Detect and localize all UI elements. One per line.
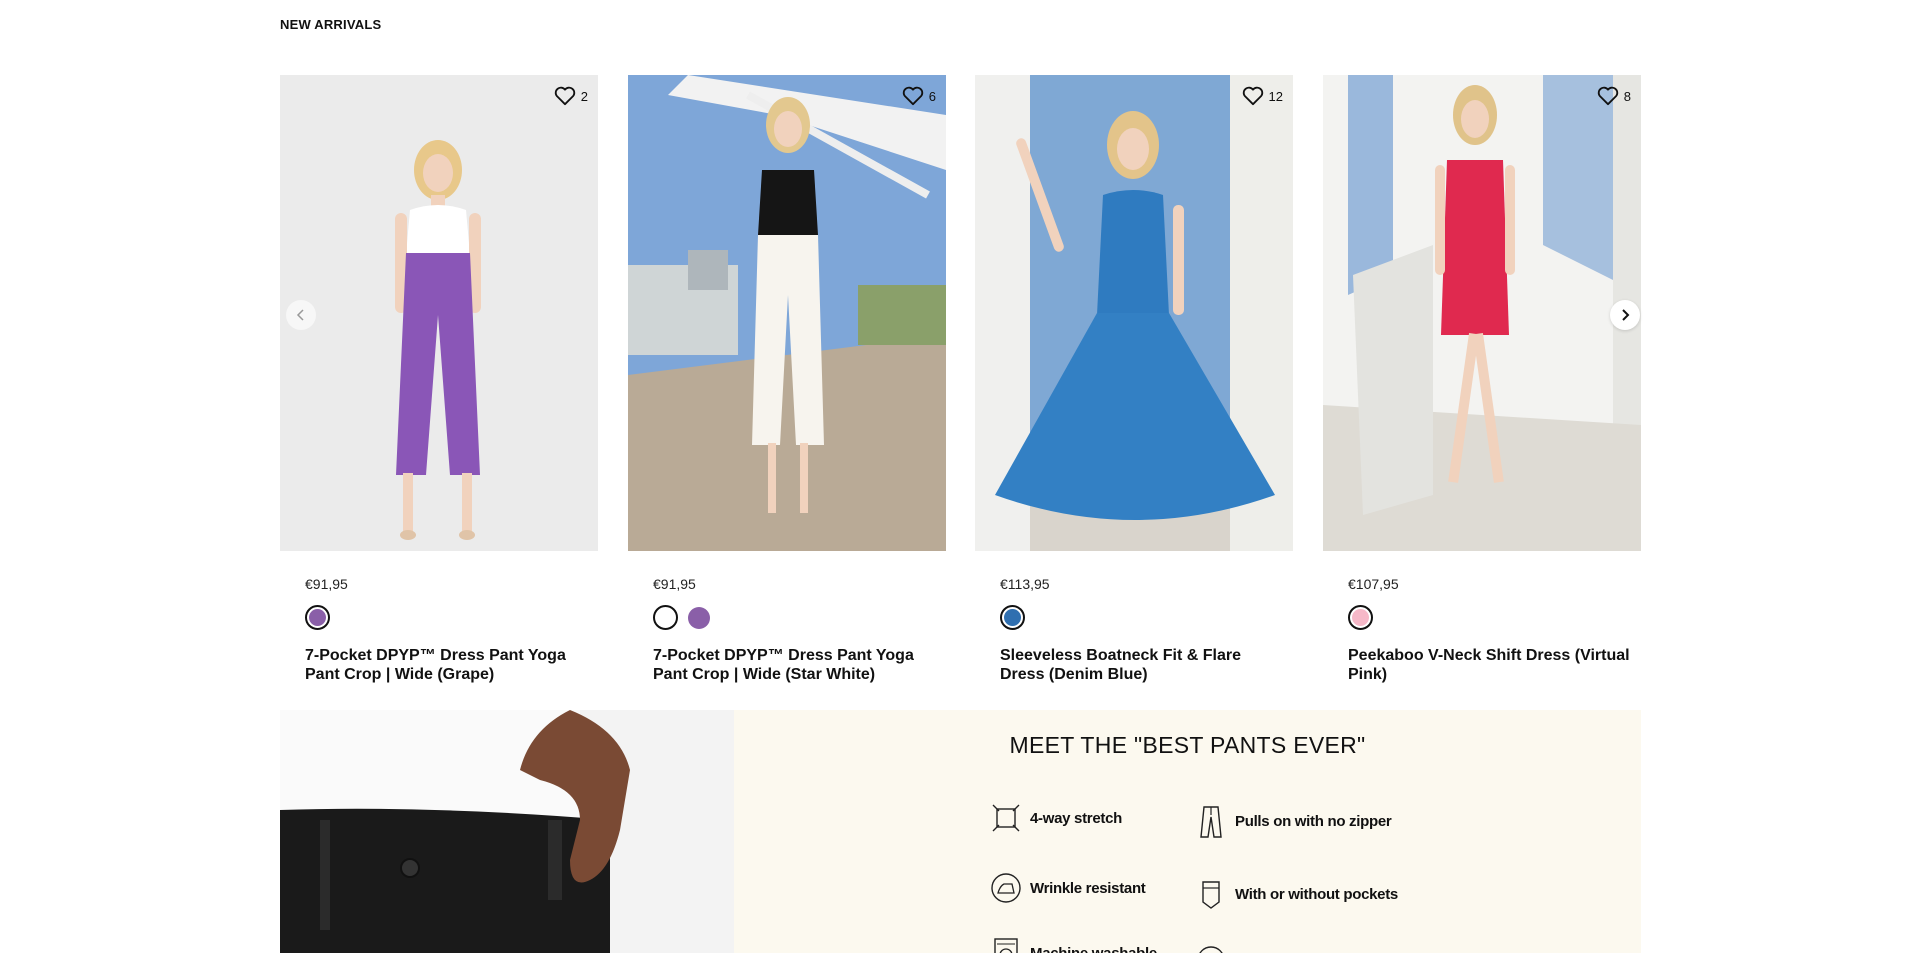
feature-label: 4-way stretch: [1030, 809, 1122, 827]
wishlist-count: 8: [1623, 88, 1631, 104]
promo-image: [280, 710, 734, 953]
wishlist-count: 6: [928, 88, 936, 104]
chevron-right-icon: [1622, 309, 1630, 321]
swatch-fill: [1004, 609, 1021, 626]
color-swatch[interactable]: [688, 607, 710, 629]
heart-icon: [1242, 86, 1263, 106]
product-card[interactable]: 12 €113,95 Sleeveless Boatneck Fit & Fla…: [975, 75, 1293, 695]
product-card[interactable]: 2 €91,95 7-Pocket DPYP™ Dress Pant Yoga …: [280, 75, 598, 695]
product-name[interactable]: Sleeveless Boatneck Fit & Flare Dress (D…: [1000, 646, 1285, 684]
product-photo: [975, 75, 1293, 551]
feature-item: Machine washable: [990, 935, 1157, 953]
product-name[interactable]: 7-Pocket DPYP™ Dress Pant Yoga Pant Crop…: [305, 646, 590, 684]
pocket-icon: [1195, 876, 1227, 912]
color-swatch[interactable]: [1000, 605, 1025, 630]
product-price: €91,95: [305, 576, 348, 592]
product-name[interactable]: Peekaboo V-Neck Shift Dress (Virtual Pin…: [1348, 646, 1633, 684]
feature-label: With or without pockets: [1235, 885, 1398, 903]
product-name[interactable]: 7-Pocket DPYP™ Dress Pant Yoga Pant Crop…: [653, 646, 938, 684]
carousel-prev-button[interactable]: [286, 300, 316, 330]
promo-banner: MEET THE "BEST PANTS EVER" 4-way stretch…: [280, 710, 1641, 953]
color-swatch[interactable]: [305, 605, 330, 630]
promo-title: MEET THE "BEST PANTS EVER": [1009, 732, 1366, 758]
wishlist-button[interactable]: 8: [1597, 86, 1631, 106]
product-photo: [1323, 75, 1641, 551]
feature-item: [1195, 942, 1227, 953]
iron-icon: [990, 870, 1022, 906]
heart-icon: [1597, 86, 1618, 106]
swatch-fill: [1352, 609, 1369, 626]
color-swatches: [1000, 605, 1025, 630]
color-swatches: [653, 605, 710, 630]
feature-item: Wrinkle resistant: [990, 870, 1146, 906]
feature-item: With or without pockets: [1195, 876, 1398, 912]
wishlist-button[interactable]: 12: [1242, 86, 1283, 106]
feature-label: Wrinkle resistant: [1030, 879, 1146, 897]
product-price: €107,95: [1348, 576, 1399, 592]
product-image[interactable]: 12: [975, 75, 1293, 551]
product-price: €113,95: [1000, 576, 1050, 592]
product-price: €91,95: [653, 576, 696, 592]
product-photo: [280, 75, 598, 551]
color-swatches: [1348, 605, 1373, 630]
product-card[interactable]: 6 €91,95 7-Pocket DPYP™ Dress Pant Yoga …: [628, 75, 946, 695]
product-carousel: 2 €91,95 7-Pocket DPYP™ Dress Pant Yoga …: [280, 75, 1641, 695]
product-image[interactable]: 8: [1323, 75, 1641, 551]
wishlist-count: 12: [1268, 88, 1283, 104]
swatch-fill: [657, 609, 674, 626]
color-swatch[interactable]: [653, 605, 678, 630]
pants-icon: [1195, 803, 1227, 839]
color-swatches: [305, 605, 330, 630]
product-image[interactable]: 2: [280, 75, 598, 551]
product-photo: [628, 75, 946, 551]
swatch-fill: [309, 609, 326, 626]
feature-item: 4-way stretch: [990, 800, 1122, 836]
chevron-left-icon: [296, 309, 304, 321]
product-card[interactable]: 8 €107,95 Peekaboo V-Neck Shift Dress (V…: [1323, 75, 1641, 695]
swatch-fill: [688, 607, 710, 629]
color-swatch[interactable]: [1348, 605, 1373, 630]
feature-label: Pulls on with no zipper: [1235, 812, 1392, 830]
stretch-icon: [990, 800, 1022, 836]
feature-icon: [1195, 942, 1227, 953]
wishlist-button[interactable]: 6: [902, 86, 936, 106]
heart-icon: [902, 86, 923, 106]
carousel-next-button[interactable]: [1610, 300, 1640, 330]
wishlist-count: 2: [580, 88, 588, 104]
washing-machine-icon: [990, 935, 1022, 953]
product-image[interactable]: 6: [628, 75, 946, 551]
feature-item: Pulls on with no zipper: [1195, 803, 1392, 839]
wishlist-button[interactable]: 2: [554, 86, 588, 106]
promo-photo: [280, 710, 734, 953]
section-title: NEW ARRIVALS: [280, 17, 382, 32]
feature-label: Machine washable: [1030, 944, 1157, 953]
heart-icon: [554, 86, 575, 106]
